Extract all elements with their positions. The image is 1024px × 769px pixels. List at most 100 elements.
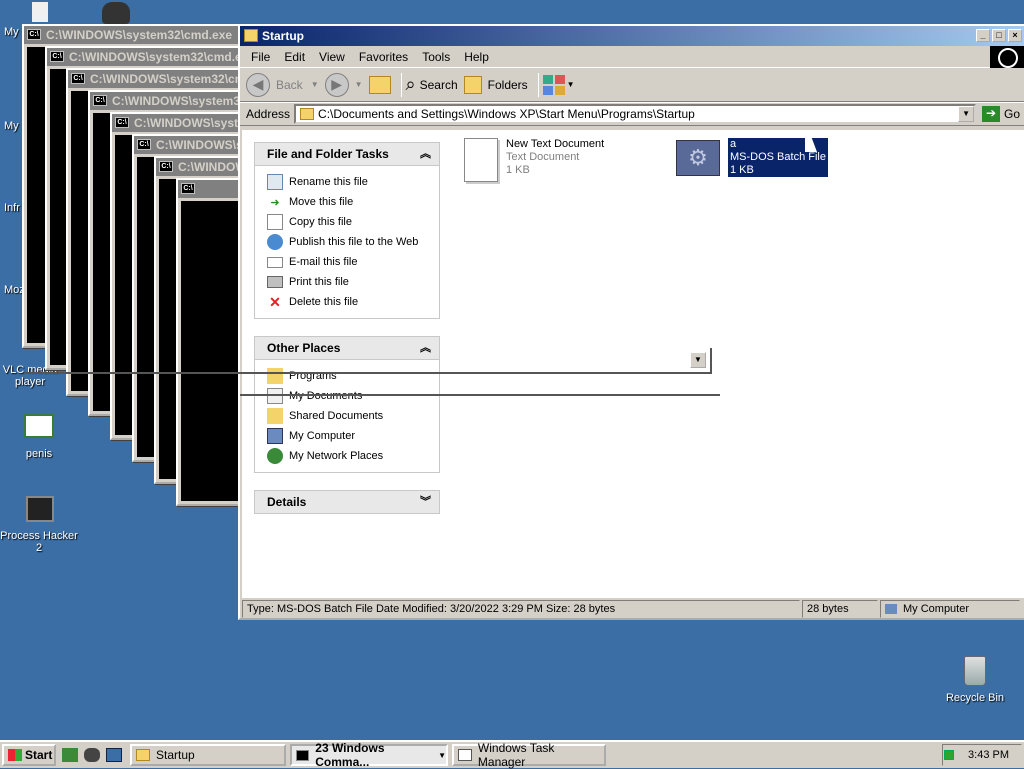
menu-tools[interactable]: Tools [415, 50, 457, 64]
desktop-icon-recycle-bin[interactable]: Recycle Bin [936, 656, 1014, 704]
cmd-title-bar[interactable]: C:\C:\WINDOWS\system32\cmd.exe [24, 26, 240, 44]
tray-status-icon[interactable] [944, 750, 955, 760]
place-my-computer[interactable]: My Computer [267, 426, 439, 446]
views-button[interactable]: ▼ [542, 74, 575, 95]
cmd-icon: C:\ [181, 183, 195, 194]
folder-icon [300, 108, 315, 120]
menu-edit[interactable]: Edit [277, 50, 312, 64]
rename-icon [267, 174, 283, 190]
chevron-down-icon[interactable]: ▼ [311, 80, 319, 89]
cmd-title-bar[interactable]: C:\C:\WINDOWS\system32\cmd.exe [90, 92, 246, 110]
system-tray: 3:43 PM [942, 744, 1022, 766]
task-copy[interactable]: Copy this file [267, 212, 439, 232]
address-input[interactable]: C:\Documents and Settings\Windows XP\Sta… [294, 104, 977, 124]
folder-up-icon [368, 75, 391, 94]
menu-file[interactable]: File [244, 50, 277, 64]
file-folder-tasks-header[interactable]: File and Folder Tasks ︽ [254, 142, 440, 166]
task-print[interactable]: Print this file [267, 272, 439, 292]
chevron-down-icon[interactable]: ▼ [958, 106, 975, 122]
place-my-network[interactable]: My Network Places [267, 446, 439, 466]
search-button[interactable]: ⌕ Search [406, 74, 458, 95]
email-icon [267, 256, 283, 268]
task-move[interactable]: ➜ Move this file [267, 192, 439, 212]
file-folder-tasks-panel: File and Folder Tasks ︽ Rename this file… [254, 142, 440, 319]
folders-button[interactable]: Folders [463, 75, 528, 94]
cmd-icon: C:\ [27, 29, 41, 40]
text-document-icon [464, 138, 498, 182]
explorer-title-bar[interactable]: Startup _ □ × [240, 26, 1024, 46]
place-shared-documents[interactable]: Shared Documents [267, 406, 439, 426]
views-icon [542, 74, 565, 95]
clock[interactable]: 3:43 PM [968, 749, 1009, 761]
cmd-icon [296, 749, 310, 761]
forward-arrow-icon: ▶ [324, 72, 349, 97]
folder-icon [244, 29, 258, 42]
show-desktop-icon[interactable] [106, 748, 122, 762]
desktop-icon-process-hacker[interactable]: Process Hacker 2 [0, 496, 78, 554]
cmd-title-bar[interactable]: C:\C:\WINDOWS\system32\cmd.exe [47, 48, 243, 66]
cmd-title-bar[interactable]: C:\C:\WINDOWS\system32\cmd.exe [112, 114, 248, 132]
cmd-title-bar[interactable]: C:\C:\WINDOWS\system32\cmd.exe [68, 70, 244, 88]
copy-icon [267, 214, 283, 230]
cmd-title-bar[interactable]: C:\C:\WINDOWS\system32\cmd.exe [134, 136, 250, 154]
my-computer-icon [885, 604, 897, 614]
quick-launch-app-icon[interactable] [62, 748, 78, 762]
quick-launch [62, 748, 122, 762]
details-header[interactable]: Details ︾ [254, 490, 440, 514]
taskbar-item-cmd-group[interactable]: 23 Windows Comma... ▼ [290, 741, 448, 769]
menu-favorites[interactable]: Favorites [352, 50, 415, 64]
maximize-button[interactable]: □ [992, 29, 1006, 42]
chevron-down-icon[interactable]: ▼ [355, 80, 363, 89]
go-button[interactable]: ➔ Go [982, 106, 1020, 122]
status-bar: Type: MS-DOS Batch File Date Modified: 3… [242, 600, 1024, 620]
windows-logo-icon [990, 46, 1024, 68]
expand-icon: ︾ [420, 496, 431, 508]
process-hacker-icon [26, 496, 54, 522]
task-email[interactable]: E-mail this file [267, 252, 439, 272]
taskbar-item-startup[interactable]: Startup [130, 744, 286, 766]
go-arrow-icon: ➔ [982, 106, 1001, 122]
menu-view[interactable]: View [312, 50, 352, 64]
globe-icon [267, 234, 283, 250]
task-delete[interactable]: ✕ Delete this file [267, 292, 439, 312]
folder-icon [267, 408, 283, 424]
raccoon-icon[interactable] [84, 748, 100, 762]
task-rename[interactable]: Rename this file [267, 172, 439, 192]
task-manager-icon [458, 749, 472, 761]
cmd-icon: C:\ [115, 117, 129, 128]
start-button[interactable]: Start [2, 744, 56, 766]
windows-flag-icon [8, 749, 22, 761]
toolbar: ◀ Back ▼ ▶ ▼ ⌕ Search Folders ▼ [240, 68, 1024, 102]
minimize-button[interactable]: _ [976, 29, 990, 42]
address-label: Address [246, 107, 291, 121]
desktop-icon-penis[interactable]: penis [0, 414, 78, 460]
place-my-documents[interactable]: My Documents [267, 386, 439, 406]
close-button[interactable]: × [1008, 29, 1022, 42]
chevron-down-icon: ▼ [566, 80, 575, 89]
menu-bar: File Edit View Favorites Tools Help [240, 46, 1024, 68]
task-publish[interactable]: Publish this file to the Web [267, 232, 439, 252]
taskbar-item-task-manager[interactable]: Windows Task Manager [452, 741, 606, 769]
my-documents-icon [32, 2, 48, 22]
chevron-down-icon: ▼ [438, 750, 446, 760]
folders-icon [463, 75, 482, 94]
mouse-cursor-icon [805, 136, 817, 152]
status-location: My Computer [880, 600, 1020, 618]
back-button[interactable]: ◀ Back ▼ [246, 72, 319, 97]
details-panel: Details ︾ [254, 490, 440, 514]
certificate-icon [24, 414, 54, 438]
taskbar: Start Startup 23 Windows Comma... ▼ Wind… [0, 740, 1024, 769]
explorer-window[interactable]: Startup _ □ × File Edit View Favorites T… [238, 24, 1024, 620]
collapse-icon: ︽ [420, 148, 431, 160]
batch-file-gear-icon: ⚙ [676, 140, 720, 176]
status-info: Type: MS-DOS Batch File Date Modified: 3… [242, 600, 800, 618]
cmd-icon: C:\ [93, 95, 107, 106]
forward-button[interactable]: ▶ ▼ [324, 72, 363, 97]
cmd-icon: C:\ [137, 139, 151, 150]
menu-help[interactable]: Help [457, 50, 496, 64]
folder-icon [136, 749, 150, 761]
status-size: 28 bytes [802, 600, 878, 618]
up-button[interactable] [368, 75, 391, 94]
printer-icon [267, 276, 283, 288]
file-item[interactable]: New Text Document Text Document 1 KB [464, 138, 604, 182]
